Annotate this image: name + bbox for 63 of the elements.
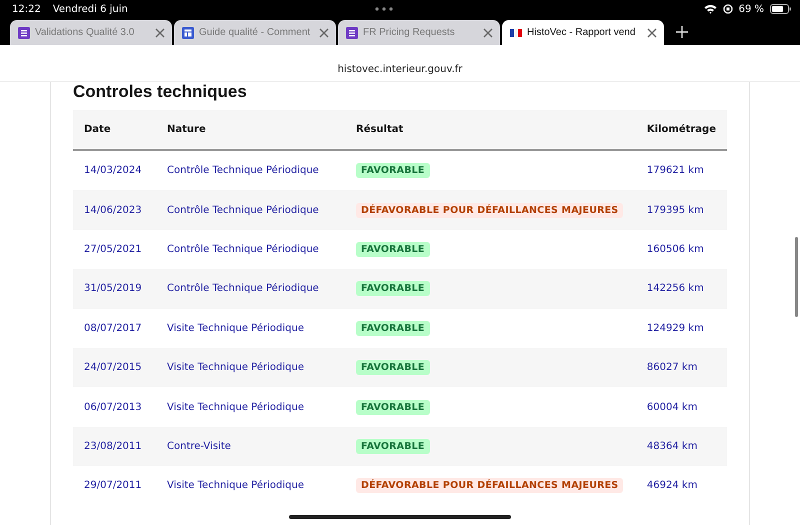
result-badge: DÉFAVORABLE POUR DÉFAILLANCES MAJEURES (356, 478, 624, 494)
table-cell: 179621 km (636, 150, 727, 190)
column-header: Résultat (345, 110, 636, 150)
column-header: Date (73, 110, 156, 150)
table-cell: 142256 km (636, 269, 727, 309)
result-badge: FAVORABLE (356, 163, 430, 178)
table-cell-text: 60004 km (646, 400, 698, 415)
wifi-icon (704, 4, 717, 14)
add-tab-icon[interactable] (676, 26, 688, 38)
column-header: Kilométrage (636, 110, 727, 150)
clock: 12:22 (12, 4, 41, 14)
table-cell: 31/05/2019 (73, 269, 156, 309)
result-badge: FAVORABLE (356, 281, 430, 296)
battery-level: 69 % (738, 4, 764, 14)
table-cell: Visite Technique Périodique (156, 308, 345, 348)
browser-tab[interactable]: HistoVec - Rapport vend (502, 20, 664, 45)
close-icon[interactable] (647, 28, 657, 38)
result-badge: FAVORABLE (356, 242, 430, 257)
table-cell: Visite Technique Périodique (156, 466, 345, 506)
result-badge: FAVORABLE (356, 320, 430, 336)
table-cell: 29/07/2011 (73, 466, 156, 506)
result-badge: FAVORABLE (356, 438, 430, 454)
scrollbar[interactable] (795, 237, 798, 317)
orientation-lock-icon (722, 4, 733, 14)
section-heading: Controles techniques (73, 82, 248, 103)
more-icon[interactable] (374, 7, 393, 11)
table-cell: Contre-Visite (156, 426, 345, 466)
table-cell: Visite Technique Périodique (156, 348, 345, 388)
close-icon[interactable] (155, 28, 165, 38)
table-cell: Contrôle Technique Périodique (156, 150, 345, 190)
table-cell: 179395 km (636, 190, 727, 230)
table-cell: 48364 km (636, 426, 727, 466)
table-cell: 24/07/2015 (73, 348, 156, 388)
table-cell: 46924 km (636, 466, 727, 506)
table-cell: 27/05/2021 (73, 230, 156, 270)
layout-icon (182, 26, 194, 38)
browser-tab[interactable]: FR Pricing Requests (338, 20, 500, 45)
result-badge: FAVORABLE (356, 360, 430, 376)
date: Vendredi 6 juin (52, 4, 128, 14)
table-cell: 23/08/2011 (73, 426, 156, 466)
table-cell-text: Visite Technique Périodique (166, 400, 305, 415)
form-icon (18, 26, 30, 38)
column-header: Nature (156, 110, 345, 150)
table-cell: 14/06/2023 (73, 190, 156, 230)
result-badge: FAVORABLE (356, 400, 430, 415)
table-cell: 14/03/2024 (73, 150, 156, 190)
table-cell: 86027 km (636, 348, 727, 388)
table-cell-text: 06/07/2013 (83, 400, 143, 415)
form-icon (346, 26, 358, 38)
result-badge: DÉFAVORABLE POUR DÉFAILLANCES MAJEURES (356, 202, 624, 218)
table-cell: Contrôle Technique Périodique (156, 269, 345, 309)
browser-tab[interactable]: Validations Qualité 3.0 (10, 20, 172, 45)
table-cell: Contrôle Technique Périodique (156, 190, 345, 230)
address-bar[interactable]: histovec.interieur.gouv.fr (338, 64, 462, 75)
table-cell: 160506 km (636, 230, 727, 270)
browser-tab[interactable]: Guide qualité - Comment (174, 20, 336, 45)
table-cell: 124929 km (636, 308, 727, 348)
battery-icon (770, 4, 792, 14)
flag-icon (510, 28, 522, 36)
table-cell: Contrôle Technique Périodique (156, 230, 345, 270)
close-icon[interactable] (319, 28, 329, 38)
table-cell: 08/07/2017 (73, 308, 156, 348)
close-icon[interactable] (483, 28, 493, 38)
